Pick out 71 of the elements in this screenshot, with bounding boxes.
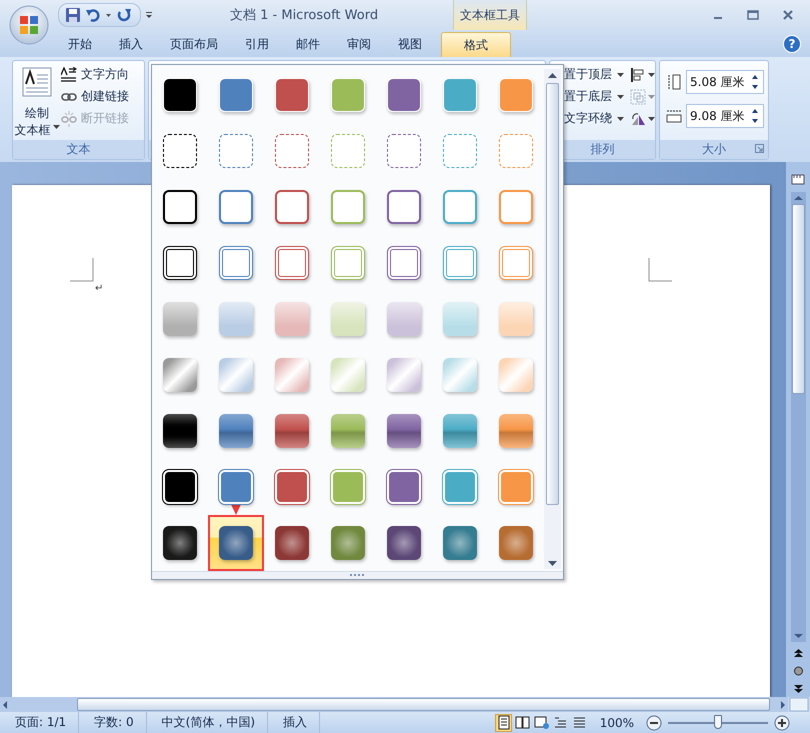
height-icon	[666, 74, 682, 90]
style-option[interactable]	[208, 515, 264, 571]
margin-corner-mark	[70, 258, 94, 282]
ribbon-button[interactable]	[630, 65, 655, 84]
ribbon-tab[interactable]: 格式	[441, 32, 511, 57]
zoom-slider[interactable]	[668, 716, 768, 730]
gallery-scrollbar[interactable]	[544, 69, 561, 569]
ribbon-tab[interactable]: 邮件	[286, 32, 330, 57]
draw-text-box-button[interactable]: 绘制 文本框	[13, 61, 61, 140]
margin-corner-mark	[648, 258, 672, 282]
slider-thumb[interactable]	[714, 714, 722, 728]
grip-icon[interactable]	[350, 574, 366, 577]
scroll-thumb[interactable]	[77, 698, 770, 711]
paragraph-mark: ↵	[95, 282, 104, 296]
caret-icon	[648, 116, 655, 122]
ribbon-tab[interactable]: 页面布局	[160, 32, 228, 57]
status-text[interactable]: 中文(简体，中国)	[146, 712, 268, 733]
spin-arrows-icon[interactable]	[751, 73, 759, 91]
contextual-tab-group: 文本框工具	[453, 0, 528, 30]
spin-arrows-icon[interactable]	[751, 107, 759, 125]
text-box-icon	[22, 67, 52, 97]
ribbon-button[interactable]: 置于底层	[564, 87, 624, 106]
zoom-level[interactable]: 100%	[600, 716, 634, 730]
save-icon[interactable]	[65, 7, 81, 23]
redo-icon[interactable]	[116, 7, 132, 23]
ribbon-button[interactable]: 文字方向	[61, 65, 129, 84]
caret-icon	[648, 94, 655, 100]
status-text[interactable]: 字数: 0	[79, 712, 147, 733]
ribbon-tab[interactable]: 开始	[58, 32, 102, 57]
caret-icon	[617, 94, 624, 100]
group-label: 大小	[702, 141, 726, 158]
view-button[interactable]	[514, 714, 531, 732]
close-icon[interactable]	[781, 8, 795, 22]
help-button[interactable]: ?	[783, 35, 801, 53]
caret-icon	[617, 116, 624, 122]
zoom-in-icon[interactable]	[774, 714, 790, 730]
undo-icon[interactable]	[85, 7, 101, 23]
window-title: 文档 1 - Microsoft Word	[230, 7, 378, 24]
horizontal-scrollbar[interactable]	[0, 697, 788, 712]
ruler-toggle-icon[interactable]	[791, 172, 805, 186]
view-button[interactable]	[532, 714, 550, 732]
status-text[interactable]: 插入	[268, 712, 320, 733]
scroll-thumb[interactable]	[546, 83, 559, 505]
caret-icon	[648, 72, 655, 78]
ribbon-tab[interactable]: 审阅	[337, 32, 381, 57]
text-direction-icon	[61, 66, 77, 82]
status-text[interactable]: 页面: 1/1	[0, 712, 80, 733]
rotate-icon	[630, 110, 646, 126]
maximize-icon[interactable]	[746, 8, 760, 22]
height-field[interactable]: 5.08 厘米	[686, 70, 764, 94]
dialog-launcher-icon[interactable]	[755, 144, 764, 153]
resize-grip[interactable]	[152, 571, 563, 579]
caret-icon	[52, 124, 60, 130]
scroll-thumb[interactable]	[792, 204, 804, 394]
width-field[interactable]: 9.08 厘米	[686, 104, 764, 128]
broken-link-icon	[61, 110, 77, 126]
align-icon	[630, 66, 646, 82]
zoom-out-icon[interactable]	[646, 714, 662, 730]
ribbon-tab[interactable]: 引用	[235, 32, 279, 57]
caret-icon	[617, 72, 624, 78]
ribbon-tab[interactable]: 插入	[109, 32, 153, 57]
ribbon-button[interactable]: 文字环绕	[564, 109, 624, 128]
ribbon-button[interactable]: 创建链接	[61, 87, 129, 106]
vertical-scrollbar[interactable]	[790, 192, 806, 642]
width-icon	[666, 108, 682, 124]
group-icon	[630, 88, 646, 104]
group-label: 文本	[66, 141, 90, 158]
ribbon-tab[interactable]: 视图	[388, 32, 432, 57]
ribbon-button[interactable]: 置于顶层	[564, 65, 624, 84]
view-button[interactable]	[494, 714, 512, 732]
group-label: 排列	[590, 141, 614, 158]
